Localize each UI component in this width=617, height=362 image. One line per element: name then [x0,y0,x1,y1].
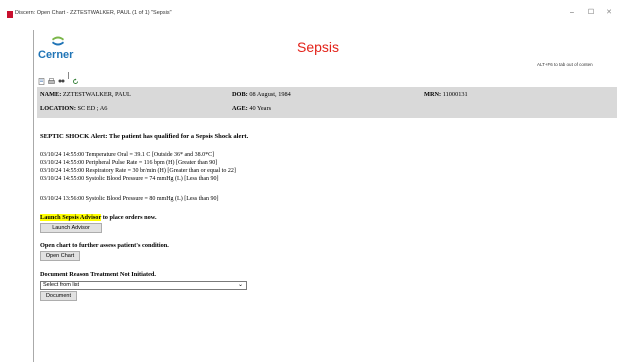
left-border [33,30,34,362]
close-button[interactable]: ✕ [602,7,616,19]
find-icon[interactable] [58,72,65,82]
launch-advisor-button[interactable]: Launch Advisor [40,223,102,233]
mrn-value: 11000131 [442,91,468,98]
window-title: Discern: Open Chart - ZZTESTWALKER, PAUL… [15,10,172,16]
name-value: ZZTESTWALKER, PAUL [62,91,131,98]
dob-value: 08 August, 1984 [249,91,291,98]
print-icon[interactable] [48,72,55,84]
app-icon [7,11,13,18]
dob-label: DOB: [232,91,248,98]
reason-select[interactable]: Select from list ⌄ [40,281,247,290]
age-value: 40 Years [249,105,272,112]
toolbar-separator [68,71,69,79]
reason-select-value: Select from list [43,282,80,288]
name-label: NAME: [40,91,62,98]
cerner-logo-icon [52,36,64,46]
patient-location: LOCATION: SC ED ; A6 [40,105,107,112]
keyboard-hint: ALT+F6 to tab out of conten [537,62,593,67]
location-label: LOCATION: [40,105,76,112]
launch-advisor-rest: to place orders now. [101,214,157,221]
chevron-down-icon: ⌄ [237,282,243,288]
toolbar [38,70,79,85]
document-heading: Document Reason Treatment Not Initiated. [40,271,156,278]
age-label: AGE: [232,105,248,112]
page-title: Sepsis [297,39,340,55]
location-value: SC ED ; A6 [77,105,108,112]
title-bar: Discern: Open Chart - ZZTESTWALKER, PAUL… [0,0,617,30]
minimize-button[interactable]: – [565,7,579,19]
maximize-button[interactable]: ☐ [584,7,598,19]
alert-heading: SEPTIC SHOCK Alert: The patient has qual… [40,133,249,140]
open-chart-button[interactable]: Open Chart [40,251,80,261]
vital-line-extra: 03/10/24 13:56:00 Systolic Blood Pressur… [40,196,219,202]
patient-age: AGE: 40 Years [232,105,271,112]
vital-line: 03/10/24 14:55:00 Respiratory Rate = 30 … [40,168,236,174]
mrn-label: MRN: [424,91,442,98]
document-button[interactable]: Document [40,291,77,301]
logo-text: Cerner [38,49,74,61]
print-preview-icon[interactable] [38,72,45,85]
patient-dob: DOB: 08 August, 1984 [232,91,291,98]
patient-name: NAME: ZZTESTWALKER, PAUL [40,91,131,98]
patient-mrn: MRN: 11000131 [424,91,468,98]
vital-line: 03/10/24 14:55:00 Systolic Blood Pressur… [40,176,219,182]
launch-advisor-link[interactable]: Launch Sepsis Advisor [40,214,102,221]
patient-info-box: NAME: ZZTESTWALKER, PAUL DOB: 08 August,… [37,87,617,118]
open-chart-text: Open chart to further assess patient's c… [40,242,169,249]
cerner-logo: Cerner [38,35,98,65]
vital-line: 03/10/24 14:55:00 Peripheral Pulse Rate … [40,160,218,166]
vital-line: 03/10/24 14:55:00 Temperature Oral = 39.… [40,152,215,158]
launch-advisor-text: Launch Sepsis Advisor to place orders no… [40,214,157,221]
refresh-icon[interactable] [72,72,79,84]
